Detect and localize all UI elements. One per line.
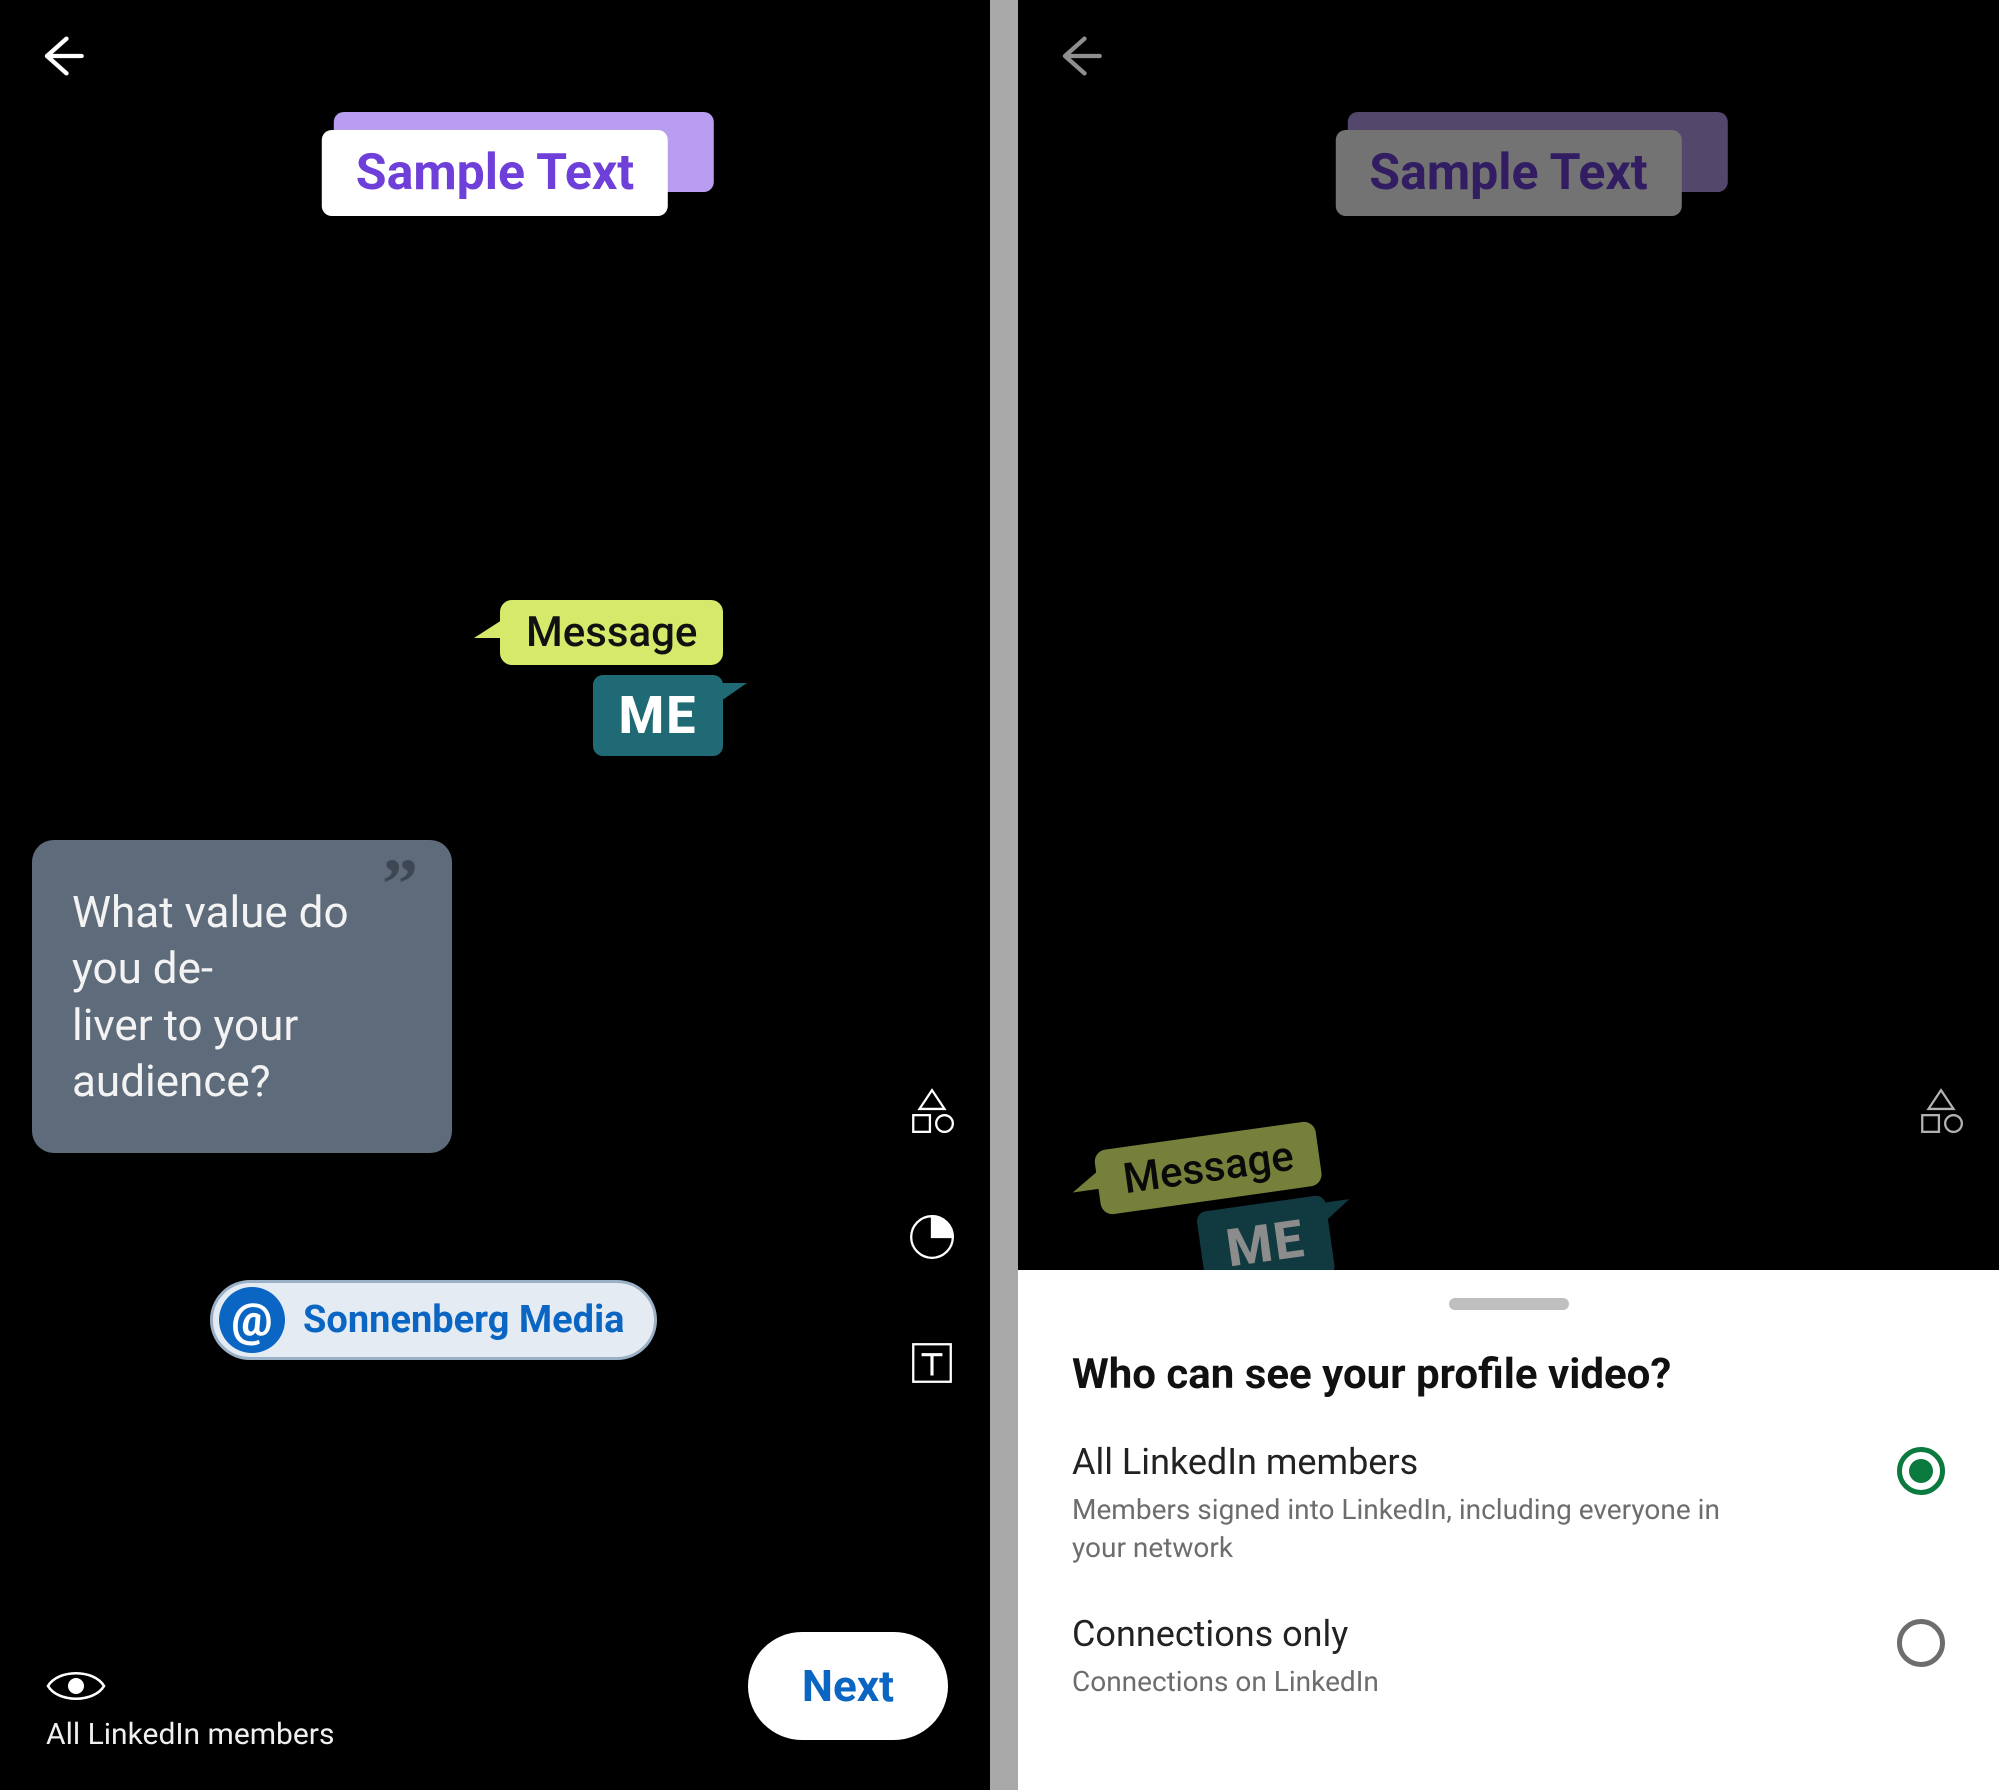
me-bubble-text: ME <box>619 685 698 746</box>
quote-icon: ” <box>382 870 418 899</box>
mention-name: Sonnenberg Media <box>303 1298 624 1342</box>
message-sticker-group[interactable]: Message ME <box>500 600 723 756</box>
message-bubble-text: Message <box>526 608 697 657</box>
option-desc: Connections on LinkedIn <box>1072 1663 1752 1701</box>
text-sticker-label: Sample Text <box>322 130 668 216</box>
next-button-label: Next <box>802 1660 894 1712</box>
radio-selected-icon[interactable] <box>1897 1447 1945 1495</box>
text-sticker-sample[interactable]: Sample Text <box>322 130 668 216</box>
visibility-option-all[interactable]: All LinkedIn members Members signed into… <box>1072 1441 1945 1567</box>
visibility-sheet-screen: Sample Text Message ME Who can see your … <box>1018 0 1999 1790</box>
visibility-toggle[interactable]: All LinkedIn members <box>46 1665 334 1752</box>
editor-screen: Sample Text Message ME ” What value do y… <box>0 0 990 1790</box>
back-button[interactable] <box>1048 26 1108 86</box>
option-label: Connections only <box>1072 1613 1867 1655</box>
tool-rail <box>1915 1085 1967 1137</box>
shapes-tool-icon <box>1915 1085 1967 1137</box>
mention-sticker[interactable]: @ Sonnenberg Media <box>210 1280 657 1360</box>
text-tool-icon[interactable] <box>906 1337 958 1389</box>
eye-icon <box>46 1665 106 1707</box>
quote-text: What value do you de- liver to your audi… <box>72 884 412 1109</box>
shapes-tool-icon[interactable] <box>906 1085 958 1137</box>
next-button[interactable]: Next <box>748 1632 948 1740</box>
option-desc: Members signed into LinkedIn, including … <box>1072 1491 1752 1567</box>
me-bubble-text: ME <box>1223 1208 1309 1279</box>
option-label: All LinkedIn members <box>1072 1441 1867 1483</box>
quote-sticker[interactable]: ” What value do you de- liver to your au… <box>32 840 452 1153</box>
text-sticker-label: Sample Text <box>1335 130 1681 216</box>
visibility-option-connections[interactable]: Connections only Connections on LinkedIn <box>1072 1613 1945 1701</box>
screens-divider <box>990 0 1018 1790</box>
back-button[interactable] <box>30 26 90 86</box>
radio-unselected-icon[interactable] <box>1897 1619 1945 1667</box>
sheet-handle[interactable] <box>1449 1298 1569 1310</box>
visibility-label: All LinkedIn members <box>46 1717 334 1752</box>
text-sticker-sample: Sample Text <box>1335 130 1681 216</box>
message-bubble-text: Message <box>1120 1132 1297 1204</box>
at-icon: @ <box>219 1287 285 1353</box>
visibility-sheet: Who can see your profile video? All Link… <box>1018 1270 1999 1790</box>
tool-rail <box>906 1085 958 1389</box>
sheet-title: Who can see your profile video? <box>1072 1350 1945 1399</box>
me-bubble: ME <box>593 675 724 756</box>
stickers-tool-icon[interactable] <box>906 1211 958 1263</box>
message-bubble: Message <box>500 600 723 665</box>
